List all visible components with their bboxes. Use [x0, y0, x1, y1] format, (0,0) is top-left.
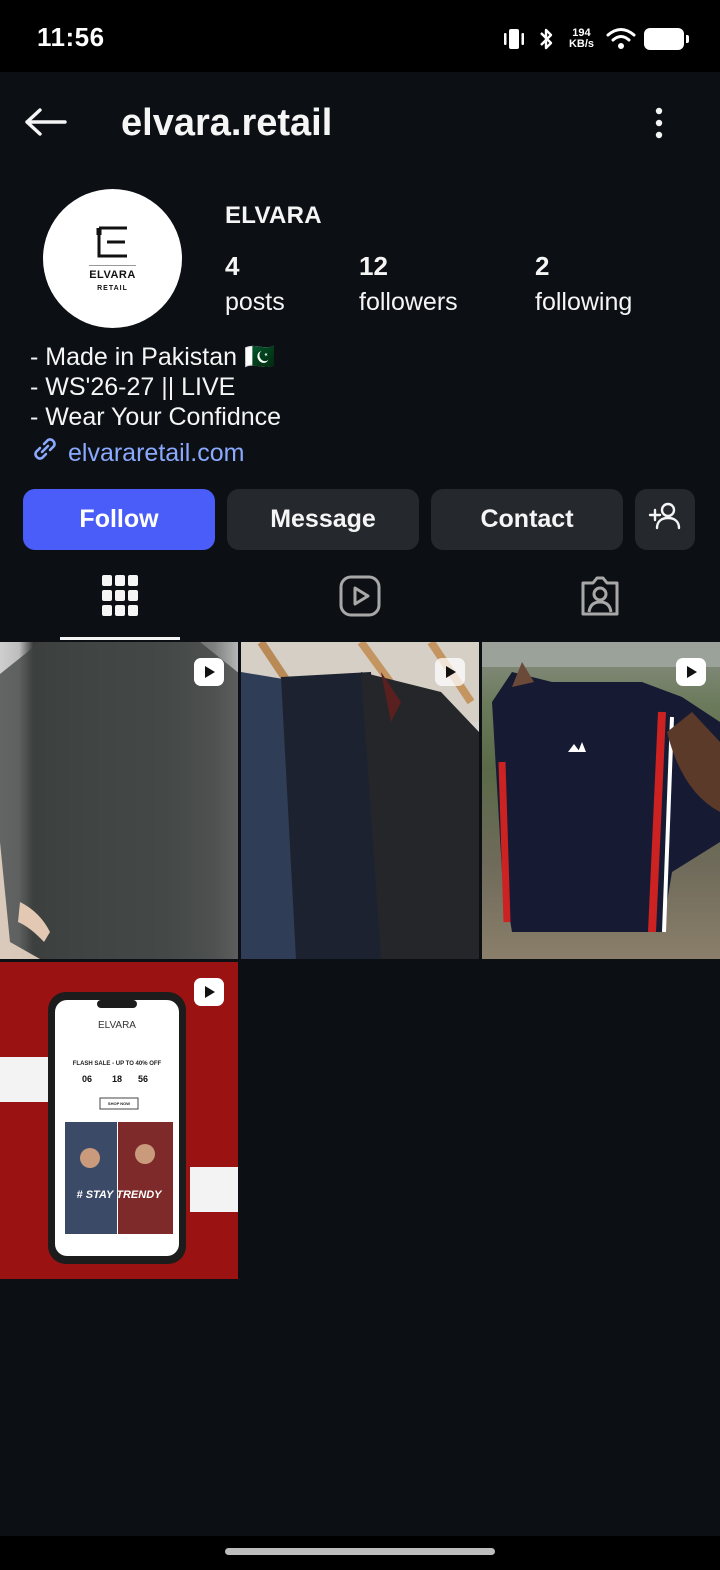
promo-countdown-seconds: 56	[138, 1074, 149, 1084]
home-indicator	[0, 1536, 720, 1570]
promo-countdown-hours: 06	[82, 1074, 93, 1084]
stat-value: 4	[225, 251, 240, 281]
post-image	[0, 992, 238, 1264]
promo-flash-sale: FLASH SALE - UP TO 40% OFF	[72, 1061, 162, 1067]
stat-posts[interactable]: 4 posts	[225, 250, 285, 322]
reel-indicator	[194, 978, 224, 1006]
follow-button[interactable]: Follow	[23, 489, 215, 550]
reel-indicator	[676, 658, 706, 686]
avatar-brand-text: ELVARA	[89, 265, 136, 281]
message-button[interactable]: Message	[227, 489, 419, 550]
post-thumbnail[interactable]	[0, 642, 238, 959]
suggested-accounts-button[interactable]	[635, 489, 695, 550]
header-username: elvara.retail	[121, 102, 333, 144]
grid-icon	[102, 574, 138, 622]
tab-tagged[interactable]	[480, 556, 720, 640]
promo-shop-now: SHOP NOW	[107, 1101, 131, 1106]
bio-line: - Wear Your Confidnce	[30, 403, 282, 431]
reel-indicator	[194, 658, 224, 686]
post-image	[482, 642, 720, 933]
avatar[interactable]: ELVARA RETAIL	[43, 189, 182, 328]
stat-label: following	[535, 288, 633, 316]
link-icon	[30, 434, 60, 471]
tab-posts-grid[interactable]	[0, 556, 240, 640]
profile-header: elvara.retail	[0, 72, 720, 176]
battery-icon	[644, 28, 689, 50]
website-link[interactable]: elvararetail.com	[30, 434, 281, 471]
profile-actions: Follow Message Contact	[23, 489, 695, 550]
status-time: 11:56	[37, 22, 105, 52]
promo-brand: ELVARA	[98, 1020, 136, 1031]
display-name: ELVARA	[225, 202, 322, 229]
reels-icon	[339, 575, 381, 622]
bluetooth-icon	[535, 26, 557, 52]
post-thumbnail[interactable]: ELVARA FLASH SALE - UP TO 40% OFF 06 18 …	[0, 962, 238, 1279]
network-speed: 194 KB/s	[569, 28, 594, 50]
tab-reels[interactable]	[240, 556, 480, 640]
status-icons: 194 KB/s	[501, 24, 689, 54]
more-options-button[interactable]	[638, 104, 680, 146]
vibrate-icon	[501, 27, 527, 51]
post-image	[241, 642, 479, 959]
bio-line: - Made in Pakistan 🇵🇰	[30, 343, 276, 371]
content-tabs	[0, 556, 720, 640]
stat-following[interactable]: 2 following	[535, 250, 632, 322]
promo-countdown-minutes: 18	[112, 1074, 123, 1084]
arrow-left-icon	[23, 106, 67, 143]
brand-logo-mark	[93, 225, 133, 259]
add-person-icon	[648, 501, 682, 538]
home-indicator-bar[interactable]	[225, 1548, 495, 1555]
net-speed-unit: KB/s	[568, 38, 594, 50]
post-image	[0, 642, 238, 959]
contact-button[interactable]: Contact	[431, 489, 623, 550]
post-thumbnail[interactable]	[241, 642, 479, 959]
promo-hashtag: # STAY TRENDY	[76, 1189, 162, 1201]
more-vertical-icon	[654, 107, 664, 144]
bio-line: - WS'26-27 || LIVE	[30, 373, 236, 401]
post-thumbnail[interactable]	[482, 642, 720, 959]
bio: - Made in Pakistan 🇵🇰 - WS'26-27 || LIVE…	[30, 342, 281, 471]
stat-label: posts	[225, 288, 285, 316]
website-link-text: elvararetail.com	[68, 438, 245, 467]
back-button[interactable]	[20, 102, 70, 146]
stat-label: followers	[359, 288, 458, 316]
avatar-sub-text: RETAIL	[97, 285, 128, 292]
stat-value: 2	[535, 251, 550, 281]
stat-followers[interactable]: 12 followers	[359, 250, 458, 322]
status-bar: 11:56 194 KB/s	[0, 0, 720, 72]
stat-value: 12	[359, 251, 388, 281]
reel-indicator	[435, 658, 465, 686]
wifi-icon	[606, 27, 636, 51]
tagged-icon	[579, 575, 621, 622]
